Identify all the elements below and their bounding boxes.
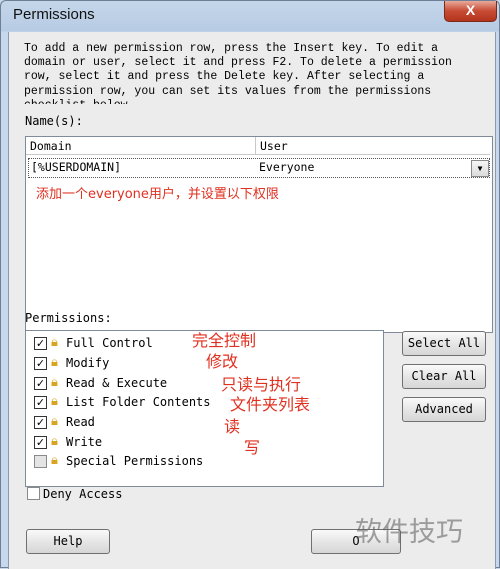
annotation-read: 读: [224, 417, 241, 436]
watermark-text: 软件技巧: [355, 517, 463, 548]
instructions-text: To add a new permission row, press the I…: [24, 42, 452, 104]
domain-cell: [%USERDOMAIN]: [31, 160, 122, 174]
permission-label: Write: [66, 435, 103, 449]
checkbox[interactable]: ✓: [34, 377, 47, 390]
table-row[interactable]: [%USERDOMAIN] Everyone ▼: [28, 158, 490, 178]
names-label: Name(s):: [25, 114, 83, 128]
permission-label: Read & Execute: [66, 376, 168, 390]
deny-access-checkbox[interactable]: [27, 487, 40, 500]
column-header-user[interactable]: User: [256, 137, 490, 155]
checkbox[interactable]: ✓: [34, 416, 47, 429]
lock-icon: 🔒︎: [51, 355, 58, 370]
lock-icon: 🔒︎: [51, 453, 58, 468]
checkbox[interactable]: ✓: [34, 436, 47, 449]
clear-all-button[interactable]: Clear All: [402, 364, 486, 389]
checkbox[interactable]: [34, 455, 47, 468]
permissions-checklist: ✓ 🔒︎ Full Control ✓ 🔒︎ Modify ✓ 🔒︎ Read …: [25, 330, 384, 487]
permission-label: Modify: [66, 356, 110, 370]
select-all-button[interactable]: Select All: [402, 331, 486, 356]
annotation-modify: 修改: [206, 352, 239, 371]
annotation-write: 写: [244, 438, 261, 457]
lock-icon: 🔒︎: [51, 335, 58, 350]
advanced-button[interactable]: Advanced: [402, 397, 486, 422]
lock-icon: 🔒︎: [51, 394, 58, 409]
close-button[interactable]: X: [444, 1, 497, 22]
lock-icon: 🔒︎: [51, 414, 58, 429]
user-cell: Everyone: [259, 160, 315, 174]
checkbox[interactable]: ✓: [34, 337, 47, 350]
names-list[interactable]: Domain User [%USERDOMAIN] Everyone ▼ 添加一…: [25, 136, 493, 333]
chevron-down-icon: ▼: [477, 164, 483, 173]
help-button[interactable]: Help: [26, 529, 110, 554]
dialog-body: To add a new permission row, press the I…: [8, 32, 496, 569]
permission-label: Special Permissions: [66, 454, 204, 468]
title-bar[interactable]: Permissions X: [1, 1, 500, 32]
window-title: Permissions: [13, 6, 95, 23]
checkbox[interactable]: ✓: [34, 396, 47, 409]
permission-label: List Folder Contents: [66, 395, 211, 409]
permission-label: Full Control: [66, 336, 153, 350]
annotation-add-everyone: 添加一个everyone用户，并设置以下权限: [36, 187, 279, 202]
user-dropdown-button[interactable]: ▼: [471, 160, 489, 177]
lock-icon: 🔒︎: [51, 375, 58, 390]
column-header-domain[interactable]: Domain: [26, 137, 256, 155]
permissions-label: Permissions:: [25, 311, 112, 325]
permissions-dialog: Permissions X To add a new permission ro…: [0, 0, 500, 569]
annotation-list-folder-contents: 文件夹列表: [230, 395, 311, 414]
deny-access-label: Deny Access: [43, 487, 123, 501]
lock-icon: 🔒︎: [51, 434, 58, 449]
checkbox[interactable]: ✓: [34, 357, 47, 370]
permission-label: Read: [66, 415, 95, 429]
